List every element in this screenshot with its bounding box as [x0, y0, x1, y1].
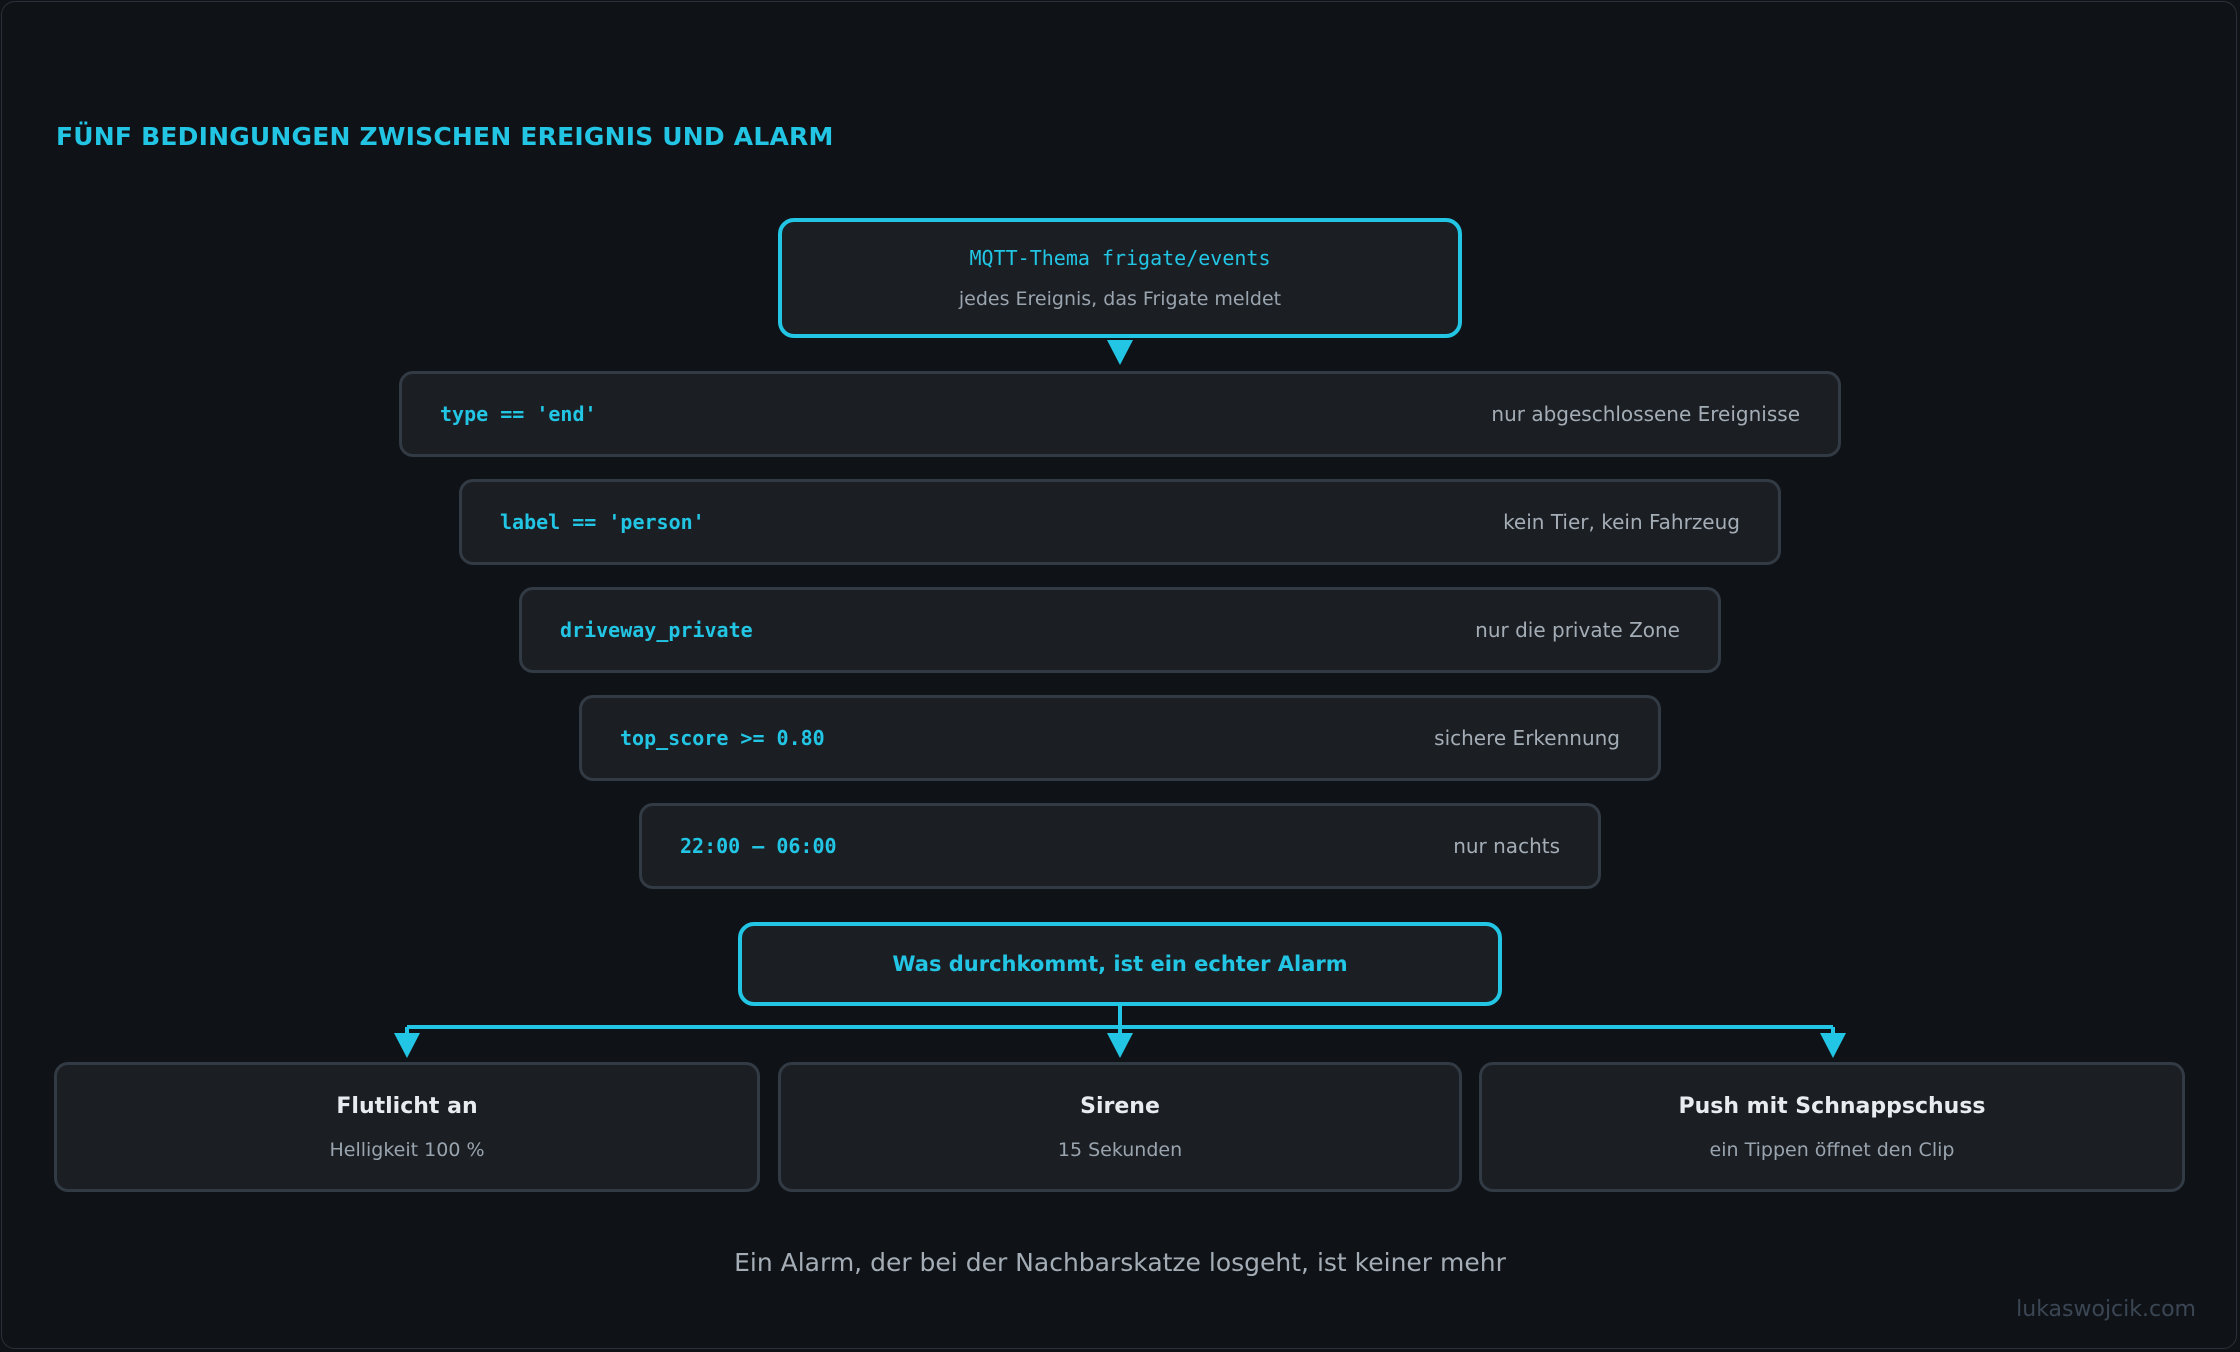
footer-caption: Ein Alarm, der bei der Nachbarskatze los…: [734, 1248, 1506, 1277]
source-topic: MQTT-Thema frigate/events: [969, 246, 1271, 270]
condition-code: top_score >= 0.80: [620, 726, 825, 750]
condition-code: label == 'person': [500, 510, 705, 534]
result-text: Was durchkommt, ist ein echter Alarm: [892, 952, 1348, 976]
condition-code: type == 'end': [440, 402, 597, 426]
output-push: Push mit Schnappschuss ein Tippen öffnet…: [1479, 1062, 2185, 1192]
source-box: MQTT-Thema frigate/events jedes Ereignis…: [778, 218, 1462, 338]
condition-desc: nur nachts: [1453, 834, 1560, 858]
output-subtitle: 15 Sekunden: [1057, 1138, 1183, 1161]
arrow-to-push: [1820, 1033, 1846, 1058]
output-subtitle: ein Tippen öffnet den Clip: [1709, 1138, 1955, 1161]
source-subtitle: jedes Ereignis, das Frigate meldet: [958, 288, 1282, 310]
arrow-to-flutlicht: [394, 1033, 420, 1058]
output-sirene: Sirene 15 Sekunden: [778, 1062, 1462, 1192]
condition-zone: driveway_private nur die private Zone: [519, 587, 1721, 673]
arrow-source-to-conditions: [1107, 340, 1133, 365]
output-title: Flutlicht an: [336, 1093, 478, 1119]
condition-time: 22:00 – 06:00 nur nachts: [639, 803, 1601, 889]
condition-desc: nur abgeschlossene Ereignisse: [1491, 402, 1800, 426]
result-box: Was durchkommt, ist ein echter Alarm: [738, 922, 1502, 1006]
condition-desc: nur die private Zone: [1475, 618, 1680, 642]
output-flutlicht: Flutlicht an Helligkeit 100 %: [54, 1062, 760, 1192]
condition-code: 22:00 – 06:00: [680, 834, 837, 858]
condition-desc: sichere Erkennung: [1434, 726, 1620, 750]
condition-score: top_score >= 0.80 sichere Erkennung: [579, 695, 1661, 781]
output-title: Push mit Schnappschuss: [1678, 1093, 1986, 1119]
credit-link[interactable]: lukaswojcik.com: [2016, 1297, 2196, 1322]
condition-code: driveway_private: [560, 618, 753, 642]
condition-label: label == 'person' kein Tier, kein Fahrze…: [459, 479, 1781, 565]
output-subtitle: Helligkeit 100 %: [329, 1138, 485, 1161]
arrow-to-sirene: [1107, 1033, 1133, 1058]
output-title: Sirene: [1080, 1093, 1160, 1119]
condition-type: type == 'end' nur abgeschlossene Ereigni…: [399, 371, 1841, 457]
condition-desc: kein Tier, kein Fahrzeug: [1503, 510, 1740, 534]
